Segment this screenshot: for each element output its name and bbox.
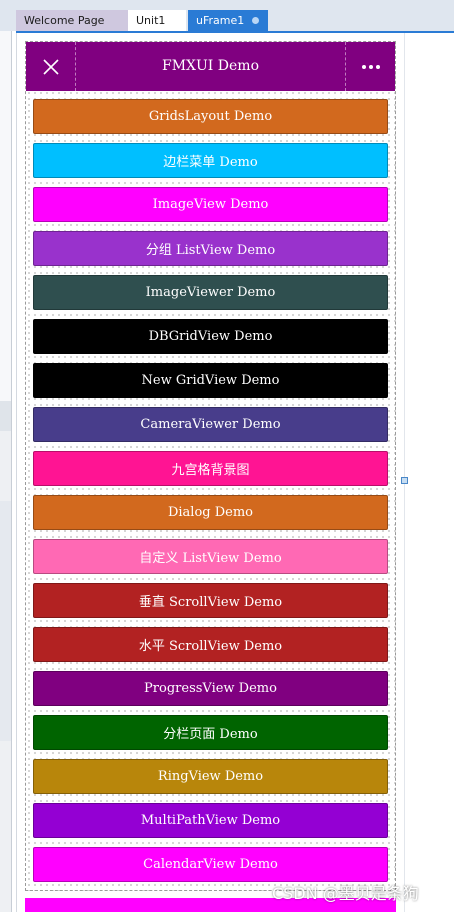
tab-uframe1[interactable]: uFrame1 [188,10,268,31]
menu-button[interactable]: DBGridView Demo [33,319,388,354]
left-tool-panel [0,31,12,912]
close-icon [42,58,59,75]
designer-form: FMXUI Demo GridsLayout Demo 边栏菜单 Demo Imag… [25,41,396,891]
close-button[interactable] [26,42,76,91]
designer-left-border [16,33,17,912]
app-header: FMXUI Demo [26,42,395,91]
menu-button[interactable]: 垂直 ScrollView Demo [33,583,388,618]
resize-handle[interactable] [401,477,408,484]
menu-button[interactable]: MultiPathView Demo [33,803,388,838]
modified-dot-icon [252,17,259,24]
menu-button[interactable]: RingView Demo [33,759,388,794]
menu-button[interactable]: Dialog Demo [33,495,388,530]
menu-button[interactable]: 分栏页面 Demo [33,715,388,750]
menu-button[interactable]: 边栏菜单 Demo [33,143,388,178]
menu-button[interactable]: CalendarView Demo [33,847,388,882]
designer-guide-line [404,33,405,912]
panel-tool-buttons[interactable] [0,401,11,431]
menu-button[interactable]: 九宫格背景图 [33,451,388,486]
tab-uframe1-label: uFrame1 [196,14,245,27]
menu-button[interactable]: ImageViewer Demo [33,275,388,310]
tab-unit1[interactable]: Unit1 [128,10,186,31]
menu-button[interactable]: ImageView Demo [33,187,388,222]
ide-tab-bar: Welcome Page Unit1 uFrame1 [0,0,454,31]
app-title: FMXUI Demo [161,58,259,74]
menu-button[interactable]: 分组 ListView Demo [33,231,388,266]
panel-area-lower [0,501,11,741]
tab-welcome-page[interactable]: Welcome Page [16,10,128,31]
more-icon [361,64,380,69]
menu-button[interactable]: GridsLayout Demo [33,99,388,134]
menu-button[interactable]: CameraViewer Demo [33,407,388,442]
panel-area [0,31,11,401]
menu-button[interactable]: New GridView Demo [33,363,388,398]
menu-button[interactable]: 水平 ScrollView Demo [33,627,388,662]
menu-button[interactable]: ProgressView Demo [33,671,388,706]
menu-button[interactable]: 自定义 ListView Demo [33,539,388,574]
active-tab-underline [16,31,454,33]
watermark: CSDN @墨贝是条狗 [272,884,419,903]
more-button[interactable] [345,42,395,91]
